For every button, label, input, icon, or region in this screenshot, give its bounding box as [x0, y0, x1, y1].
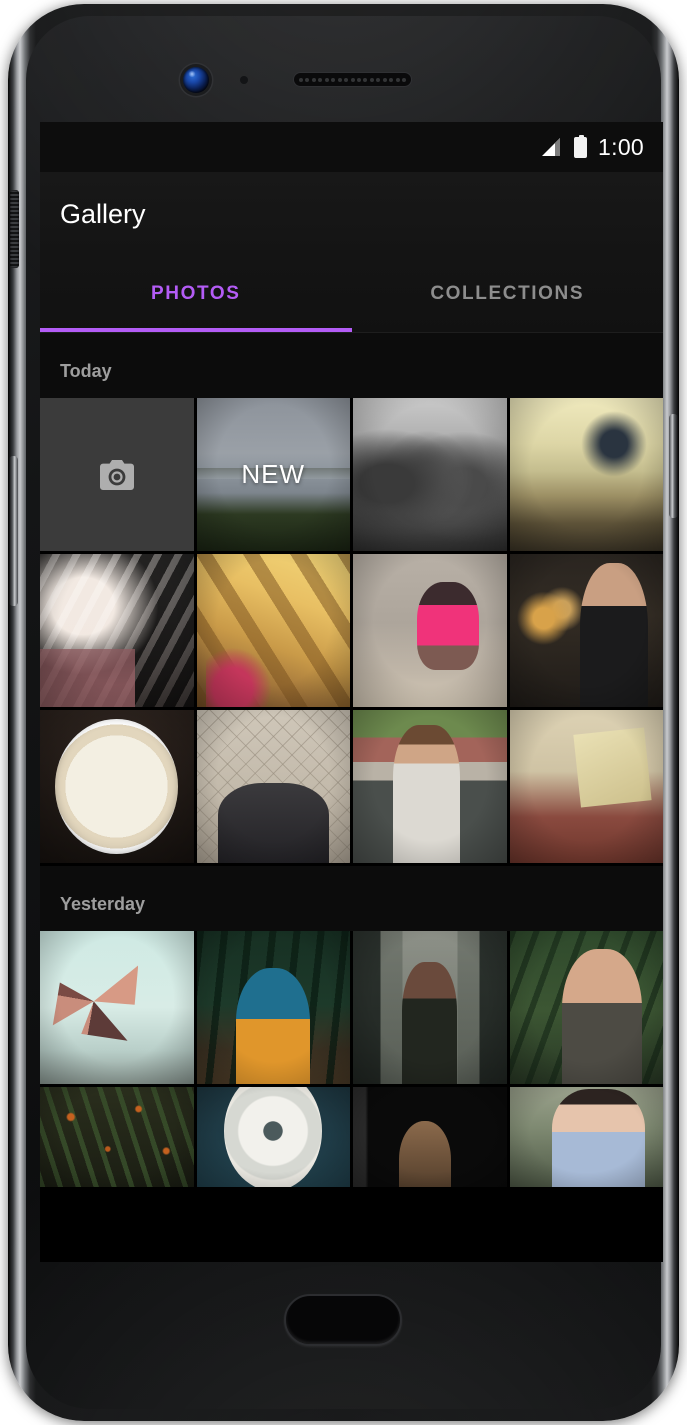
photo-thumbnail	[196, 1087, 350, 1187]
photo-thumbnail	[353, 554, 507, 707]
photo-thumbnail	[196, 554, 350, 707]
photo-thumbnail	[509, 398, 663, 551]
photo-thumbnail	[353, 710, 507, 863]
photo-tile[interactable]: NEW	[196, 398, 350, 551]
photo-tile[interactable]	[509, 554, 663, 707]
photo-tile[interactable]	[509, 710, 663, 863]
photo-row	[40, 1087, 663, 1187]
photo-thumbnail	[196, 931, 350, 1084]
photo-thumbnail	[353, 398, 507, 551]
alert-slider[interactable]	[10, 190, 19, 268]
photo-tile[interactable]	[509, 931, 663, 1084]
status-bar: 1:00	[40, 122, 663, 172]
app-bar: Gallery	[40, 172, 663, 256]
photo-tile[interactable]	[196, 554, 350, 707]
photo-tile[interactable]	[40, 554, 194, 707]
photo-tile[interactable]	[40, 1087, 194, 1187]
photo-tile[interactable]	[353, 710, 507, 863]
photo-thumbnail	[509, 1087, 663, 1187]
photo-tile[interactable]	[509, 398, 663, 551]
photo-tile[interactable]	[40, 710, 194, 863]
section-header: Today	[40, 333, 663, 398]
photo-thumbnail	[40, 931, 194, 1084]
camera-icon	[40, 398, 194, 551]
gallery-scroll-area[interactable]: Today NEW Yesterday	[40, 333, 663, 1187]
photo-thumbnail	[509, 710, 663, 863]
new-badge-label: NEW	[241, 459, 306, 489]
photo-row	[40, 554, 663, 707]
photo-tile[interactable]	[196, 710, 350, 863]
home-button[interactable]	[284, 1294, 402, 1346]
tab-active-indicator	[40, 328, 352, 332]
photo-thumbnail	[353, 931, 507, 1084]
photo-tile[interactable]	[353, 398, 507, 551]
photo-thumbnail	[40, 710, 194, 863]
proximity-sensor-icon	[240, 76, 248, 84]
page-title: Gallery	[60, 198, 146, 229]
tab-bar: PHOTOS COLLECTIONS	[40, 256, 663, 332]
heart-icon	[103, 767, 130, 793]
power-button[interactable]	[669, 414, 678, 518]
photo-row	[40, 710, 663, 863]
photo-tile[interactable]	[353, 1087, 507, 1187]
photo-thumbnail	[509, 554, 663, 707]
signal-bars-icon	[542, 138, 563, 156]
photo-thumbnail	[40, 1087, 194, 1187]
phone-device: 1:00 Gallery PHOTOS COLLECTIONS Today NEW…	[8, 4, 679, 1421]
battery-full-icon	[574, 134, 588, 158]
photo-row	[40, 931, 663, 1084]
phone-screen: 1:00 Gallery PHOTOS COLLECTIONS Today NEW…	[40, 122, 663, 1262]
photo-tile[interactable]	[353, 931, 507, 1084]
volume-rocker-button[interactable]	[9, 456, 18, 606]
photo-thumbnail	[509, 931, 663, 1084]
photo-thumbnail	[40, 554, 194, 707]
tab-photos[interactable]: PHOTOS	[40, 256, 352, 332]
photo-tile[interactable]	[196, 1087, 350, 1187]
front-camera-icon	[183, 67, 209, 93]
earpiece-speaker-grille	[293, 72, 412, 87]
photo-thumbnail	[196, 710, 350, 863]
camera-capture-tile[interactable]	[40, 398, 194, 551]
status-clock: 1:00	[598, 133, 644, 160]
photo-tile[interactable]	[509, 1087, 663, 1187]
section-header: Yesterday	[40, 866, 663, 931]
photo-thumbnail	[353, 1087, 507, 1187]
photo-tile[interactable]	[196, 931, 350, 1084]
tab-collections[interactable]: COLLECTIONS	[352, 256, 664, 332]
photo-row: NEW	[40, 398, 663, 551]
photo-tile[interactable]	[40, 931, 194, 1084]
photo-tile[interactable]	[353, 554, 507, 707]
